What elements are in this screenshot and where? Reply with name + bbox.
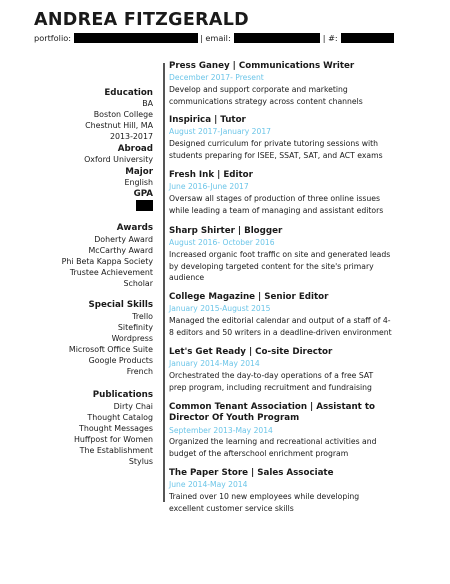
job-desc-line: prep program, including recruitment and … xyxy=(169,382,372,392)
skill-item: French xyxy=(126,367,153,376)
publications-heading: Publications xyxy=(92,390,153,400)
job-title: Common Tenant Association | Assistant to xyxy=(169,402,375,412)
job-dates: August 2016- October 2016 xyxy=(169,238,275,248)
job-title: The Paper Store | Sales Associate xyxy=(169,468,334,478)
award-item: Phi Beta Kappa Society xyxy=(61,257,153,266)
publication-item: Thought Catalog xyxy=(87,413,153,422)
job-desc-line: while leading a team of managing and ass… xyxy=(169,205,384,215)
job-desc-line: excellent customer service skills xyxy=(169,503,294,513)
resume-name: ANDREA FITZGERALD xyxy=(34,10,249,30)
job-desc-line: Managed the editorial calendar and outpu… xyxy=(169,315,391,325)
job-entry: Press Ganey | Communications Writer Dece… xyxy=(169,61,444,107)
skill-item: Wordpress xyxy=(111,334,153,343)
awards-heading: Awards xyxy=(116,223,153,233)
gpa-heading: GPA xyxy=(133,189,153,199)
job-desc-line: Oversaw all stages of production of thre… xyxy=(169,193,381,203)
education-line: BA xyxy=(142,99,153,108)
job-desc-line: Develop and support corporate and market… xyxy=(169,84,348,94)
education-heading: Education xyxy=(104,88,153,98)
job-title: Press Ganey | Communications Writer xyxy=(169,61,355,71)
job-desc-line: Designed curriculum for private tutoring… xyxy=(169,138,379,148)
job-entry: Let's Get Ready | Co-site Director Janua… xyxy=(169,347,444,393)
job-title-continued: Director Of Youth Program xyxy=(169,413,300,424)
job-title: College Magazine | Senior Editor xyxy=(169,292,329,302)
skill-item: Google Products xyxy=(88,356,153,365)
education-line: Boston College xyxy=(93,110,153,119)
publication-item: Huffpost for Women xyxy=(74,435,153,444)
job-dates: June 2016-June 2017 xyxy=(169,182,249,192)
abroad-heading: Abroad xyxy=(117,144,153,154)
skills-heading: Special Skills xyxy=(88,300,154,310)
job-desc-line: students preparing for ISEE, SSAT, SAT, … xyxy=(169,150,383,160)
job-desc-line: Increased organic foot traffic on site a… xyxy=(169,249,391,259)
job-entry: Sharp Shirter | Blogger August 2016- Oct… xyxy=(169,226,444,284)
job-title: Inspirica | Tutor xyxy=(169,115,246,125)
education-line: Chestnut Hill, MA xyxy=(85,121,153,130)
job-desc-line: Orchestrated the day-to-day operations o… xyxy=(169,370,374,380)
job-desc-line: budget of the afterschool enrichment pro… xyxy=(169,448,349,458)
redacted-gpa xyxy=(136,200,153,211)
job-dates: January 2015-August 2015 xyxy=(169,304,271,314)
job-dates: December 2017- Present xyxy=(169,73,264,83)
job-entry: College Magazine | Senior Editor January… xyxy=(169,292,444,338)
skill-item: Trello xyxy=(132,312,153,321)
major-heading: Major xyxy=(125,167,153,177)
abroad-line: Oxford University xyxy=(84,155,153,164)
job-desc-line: audience xyxy=(169,273,205,283)
job-dates: June 2014-May 2014 xyxy=(169,480,248,490)
job-desc-line: by developing targeted content for the s… xyxy=(169,261,374,271)
award-item: Scholar xyxy=(123,279,153,288)
job-title: Let's Get Ready | Co-site Director xyxy=(169,347,333,357)
redacted-email xyxy=(233,33,320,43)
job-entry: Common Tenant Association | Assistant to… xyxy=(169,402,444,460)
phone-label: | #: xyxy=(322,33,338,43)
job-desc-line: 8 editors and 50 writers in a deadline-d… xyxy=(169,327,392,337)
job-title: Fresh Ink | Editor xyxy=(169,170,253,180)
award-item: Doherty Award xyxy=(94,235,153,244)
redacted-portfolio xyxy=(74,33,198,43)
job-dates: January 2014-May 2014 xyxy=(169,359,260,369)
redacted-phone xyxy=(340,33,394,43)
publication-item: Stylus xyxy=(128,457,153,466)
job-entry: The Paper Store | Sales Associate June 2… xyxy=(169,468,444,514)
major-line: English xyxy=(124,178,154,187)
award-item: McCarthy Award xyxy=(88,246,154,255)
email-label: | email: xyxy=(200,33,231,43)
skill-item: Microsoft Office Suite xyxy=(68,345,153,354)
job-desc-line: communications strategy across content c… xyxy=(169,96,363,106)
job-dates: September 2013-May 2014 xyxy=(169,425,273,435)
publication-item: The Establishment xyxy=(79,446,153,455)
job-entry: Inspirica | Tutor August 2017-January 20… xyxy=(169,115,444,161)
publication-item: Dirty Chai xyxy=(113,402,153,411)
contact-line: portfolio: | email: | #: xyxy=(34,33,394,43)
award-item: Trustee Achievement xyxy=(69,268,153,277)
portfolio-label: portfolio: xyxy=(34,33,71,43)
skill-item: Sitefinity xyxy=(117,323,153,332)
job-desc-line: Organized the learning and recreational … xyxy=(169,437,377,447)
publication-item: Thought Messages xyxy=(79,424,153,433)
job-entry: Fresh Ink | Editor June 2016-June 2017 O… xyxy=(169,170,444,216)
column-divider xyxy=(163,63,165,502)
job-title: Sharp Shirter | Blogger xyxy=(169,226,283,236)
job-desc-line: Trained over 10 new employees while deve… xyxy=(169,491,360,501)
job-dates: August 2017-January 2017 xyxy=(169,127,272,137)
education-line: 2013-2017 xyxy=(109,132,153,141)
